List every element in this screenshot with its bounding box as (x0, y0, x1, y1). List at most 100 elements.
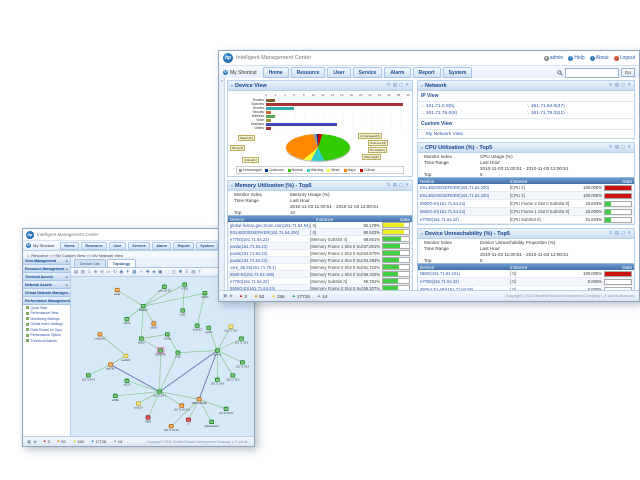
filter-icon[interactable]: ▧ (191, 270, 195, 275)
panel-caret-icon[interactable]: ▾ (421, 83, 423, 88)
refresh-icon[interactable]: ↻ (609, 83, 613, 88)
menu-tab-system[interactable]: System (443, 67, 473, 78)
alarm-count-normal[interactable]: ▲17726 (91, 440, 106, 444)
alarm-sound-icon[interactable]: ◈ (33, 439, 36, 445)
topology-node[interactable]: e7750 (181, 283, 188, 291)
alarm-count-major[interactable]: ▲52 (254, 294, 265, 299)
topology-node[interactable]: 161.71.64.101 (174, 404, 190, 412)
menu-tab-home[interactable]: Home (263, 67, 289, 78)
topology-node[interactable]: 161.71.78.2 (224, 325, 238, 333)
my-shortcut-button[interactable]: M My Shortcut (26, 243, 54, 248)
my-network-view-link[interactable]: ∴ My Network View (418, 130, 634, 138)
help-icon[interactable]: ? (198, 270, 201, 275)
topology-node[interactable]: paola (114, 288, 121, 296)
device-link[interactable]: 5500G-EI(161.71.64.24) (418, 209, 510, 214)
menu-tab-user[interactable]: User (327, 67, 350, 78)
alarm-count-critical[interactable]: ▲3 (239, 294, 247, 299)
ip-view-link[interactable]: ∴161.71.78.32(1) (526, 110, 631, 117)
column-header[interactable]: Instance (510, 179, 570, 184)
panel-caret-icon[interactable]: ▾ (231, 183, 233, 188)
device-link[interactable]: global-fedora.gov.3com.com(161.71.64.94) (228, 223, 310, 228)
back-menu-tab-home[interactable]: Home (60, 242, 80, 250)
topology-node[interactable]: 161.71.78.5 (226, 374, 240, 382)
back-menu-tab-alarm[interactable]: Alarm (152, 242, 172, 250)
menu-tab-resource[interactable]: Resource (291, 67, 326, 78)
back-menu-tab-service[interactable]: Service (128, 242, 151, 250)
grid-icon[interactable]: ▦ (132, 270, 136, 275)
column-header[interactable]: Instance (510, 265, 570, 270)
search-go-button[interactable]: Go (621, 68, 635, 77)
device-link[interactable]: ESL4B2003SERVER(161.71.64.200) (228, 230, 310, 235)
topology-node[interactable]: ap8760 (106, 363, 115, 371)
device-link[interactable]: e7750(161.71.64.22) (418, 279, 510, 284)
alarm-browse-icon[interactable]: ▣ (27, 439, 31, 445)
collapse-sidebar-handle[interactable]: ◂ (219, 78, 225, 291)
settings-icon[interactable]: ✱ (178, 270, 182, 275)
collapse-icon[interactable]: ▢ (621, 231, 625, 236)
column-header[interactable]: Device (228, 217, 316, 222)
zoom-out-icon[interactable]: ⊖ (100, 270, 104, 275)
topology-node[interactable]: core_56.25 (158, 285, 171, 293)
device-link[interactable]: paola(161.71.64.23) (228, 251, 310, 256)
topology-node[interactable]: i3 (186, 418, 190, 426)
alarm-count-minor[interactable]: ▲156 (73, 440, 84, 444)
search-icon[interactable]: ◉ (119, 270, 123, 275)
column-header[interactable]: Instance (316, 217, 373, 222)
bar[interactable] (266, 107, 294, 110)
add-device-icon[interactable]: ＋ (139, 270, 144, 275)
sidebar-section-resource-management[interactable]: Resource Management▸ (23, 265, 70, 273)
bar[interactable] (266, 99, 275, 102)
export-icon[interactable]: ⇩ (88, 270, 92, 275)
menu-icon[interactable]: ▤ (615, 83, 619, 88)
column-header[interactable]: Data (570, 265, 634, 270)
column-header[interactable]: Device (418, 179, 510, 184)
topology-node[interactable]: 161.71.78.4 (236, 361, 250, 369)
back-menu-tab-resource[interactable]: Resource (81, 242, 107, 250)
alarm-count-major[interactable]: ▲52 (57, 440, 66, 444)
add-link-icon[interactable]: ✚ (146, 270, 150, 275)
fit-view-icon[interactable]: ▭ (106, 270, 110, 275)
bar[interactable] (266, 111, 271, 114)
collapse-icon[interactable]: ▢ (399, 183, 403, 188)
sidebar-section-virtual-network-manager[interactable]: Virtual Network Manager▸ (23, 289, 70, 297)
ip-view-link[interactable]: ∴161.71.64.0(47) (526, 103, 631, 110)
topology-node[interactable]: 5500G-EI (155, 347, 166, 356)
close-icon[interactable]: ✕ (627, 83, 631, 88)
device-link[interactable]: ESL4B2003SERVER(161.71.64.200) (418, 193, 510, 198)
close-icon[interactable]: ✕ (405, 83, 409, 88)
device-link[interactable]: paola(161.71.64.23) (228, 258, 310, 263)
topology-node[interactable]: wa2620 (122, 354, 131, 362)
ip-view-link[interactable]: ∴161.71.0.0(5) (421, 103, 526, 110)
menu-icon[interactable]: ▤ (615, 145, 619, 150)
device-link[interactable]: paola(161.71.64.23) (228, 244, 310, 249)
save-icon[interactable]: ▤ (74, 270, 78, 275)
refresh-icon[interactable]: ↻ (387, 83, 391, 88)
column-header[interactable]: Data (570, 179, 634, 184)
collapse-icon[interactable]: ▢ (621, 145, 625, 150)
device-link[interactable]: ESL4B2003SERVER(161.71.64.200) (418, 185, 510, 190)
back-menu-tab-user[interactable]: User (109, 242, 126, 250)
menu-tab-service[interactable]: Service (353, 67, 383, 78)
logout-link[interactable]: × Logout (614, 55, 635, 61)
topology-node[interactable]: e328b (112, 394, 119, 402)
topology-node[interactable]: vg224 (205, 326, 212, 334)
about-link[interactable]: i About (590, 55, 609, 61)
sidebar-item-threshold-alarms[interactable]: Threshold Alarms (23, 338, 70, 344)
my-shortcut-button[interactable]: M My Shortcut (223, 70, 257, 76)
sidebar-section-performance-management[interactable]: Performance Management▸ (23, 297, 70, 305)
ip-view-link[interactable]: ∴161.71.78.0(8) (421, 110, 526, 117)
overview-icon[interactable]: ◫ (172, 270, 176, 275)
device-link[interactable]: 5500-EI(161.71.64.198) (228, 272, 310, 277)
topology-node[interactable]: s3100 (123, 317, 130, 325)
topology-node[interactable]: 161.71.78.3 (235, 337, 249, 345)
alarm-count-minor[interactable]: ▲156 (271, 294, 284, 299)
search-input[interactable] (565, 68, 619, 78)
bar[interactable] (266, 103, 403, 106)
menu-icon[interactable]: ▤ (615, 231, 619, 236)
topology-node[interactable]: e152 (180, 309, 186, 317)
topology-node[interactable]: wx5002 (193, 324, 202, 332)
device-link[interactable]: NB02(161.71.64.101) (418, 271, 510, 276)
column-header[interactable]: Device (418, 265, 510, 270)
bar[interactable] (266, 119, 271, 122)
bar[interactable] (266, 123, 337, 126)
